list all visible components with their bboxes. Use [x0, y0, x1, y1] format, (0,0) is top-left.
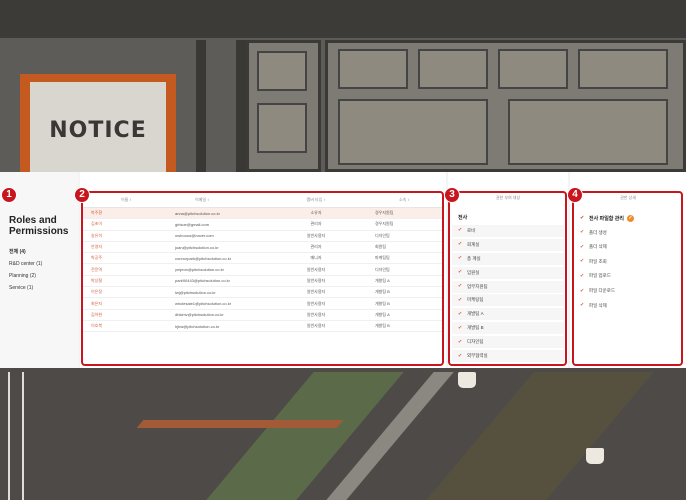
group-item-service[interactable]: Service (1) [9, 282, 75, 294]
group-item-planning[interactable]: Planning (2) [9, 270, 75, 282]
floor-stripe [136, 420, 344, 428]
easel [8, 372, 24, 500]
callout-badge-1: 1 [1, 187, 17, 203]
callout-badge-3: 3 [444, 187, 460, 203]
callout-frame-targets [448, 191, 567, 366]
group-item-all[interactable]: 전체 (4) [9, 246, 75, 258]
coffee-mug [458, 372, 476, 388]
callout-badge-4: 4 [567, 187, 583, 203]
page-title: Roles and Permissions [9, 215, 69, 237]
window [246, 40, 321, 172]
callout-frame-permissions [572, 191, 683, 366]
window [325, 40, 686, 172]
callout-badge-2: 2 [74, 187, 90, 203]
callout-frame-members [81, 191, 444, 366]
group-item-rnd[interactable]: R&D center (1) [9, 258, 75, 270]
group-list: 전체 (4) R&D center (1) Planning (2) Servi… [9, 246, 75, 294]
ceiling [0, 0, 686, 40]
notice-text: NOTICE [49, 118, 147, 143]
pillar [236, 40, 246, 172]
pillar [196, 40, 206, 172]
coffee-mug [586, 448, 604, 464]
